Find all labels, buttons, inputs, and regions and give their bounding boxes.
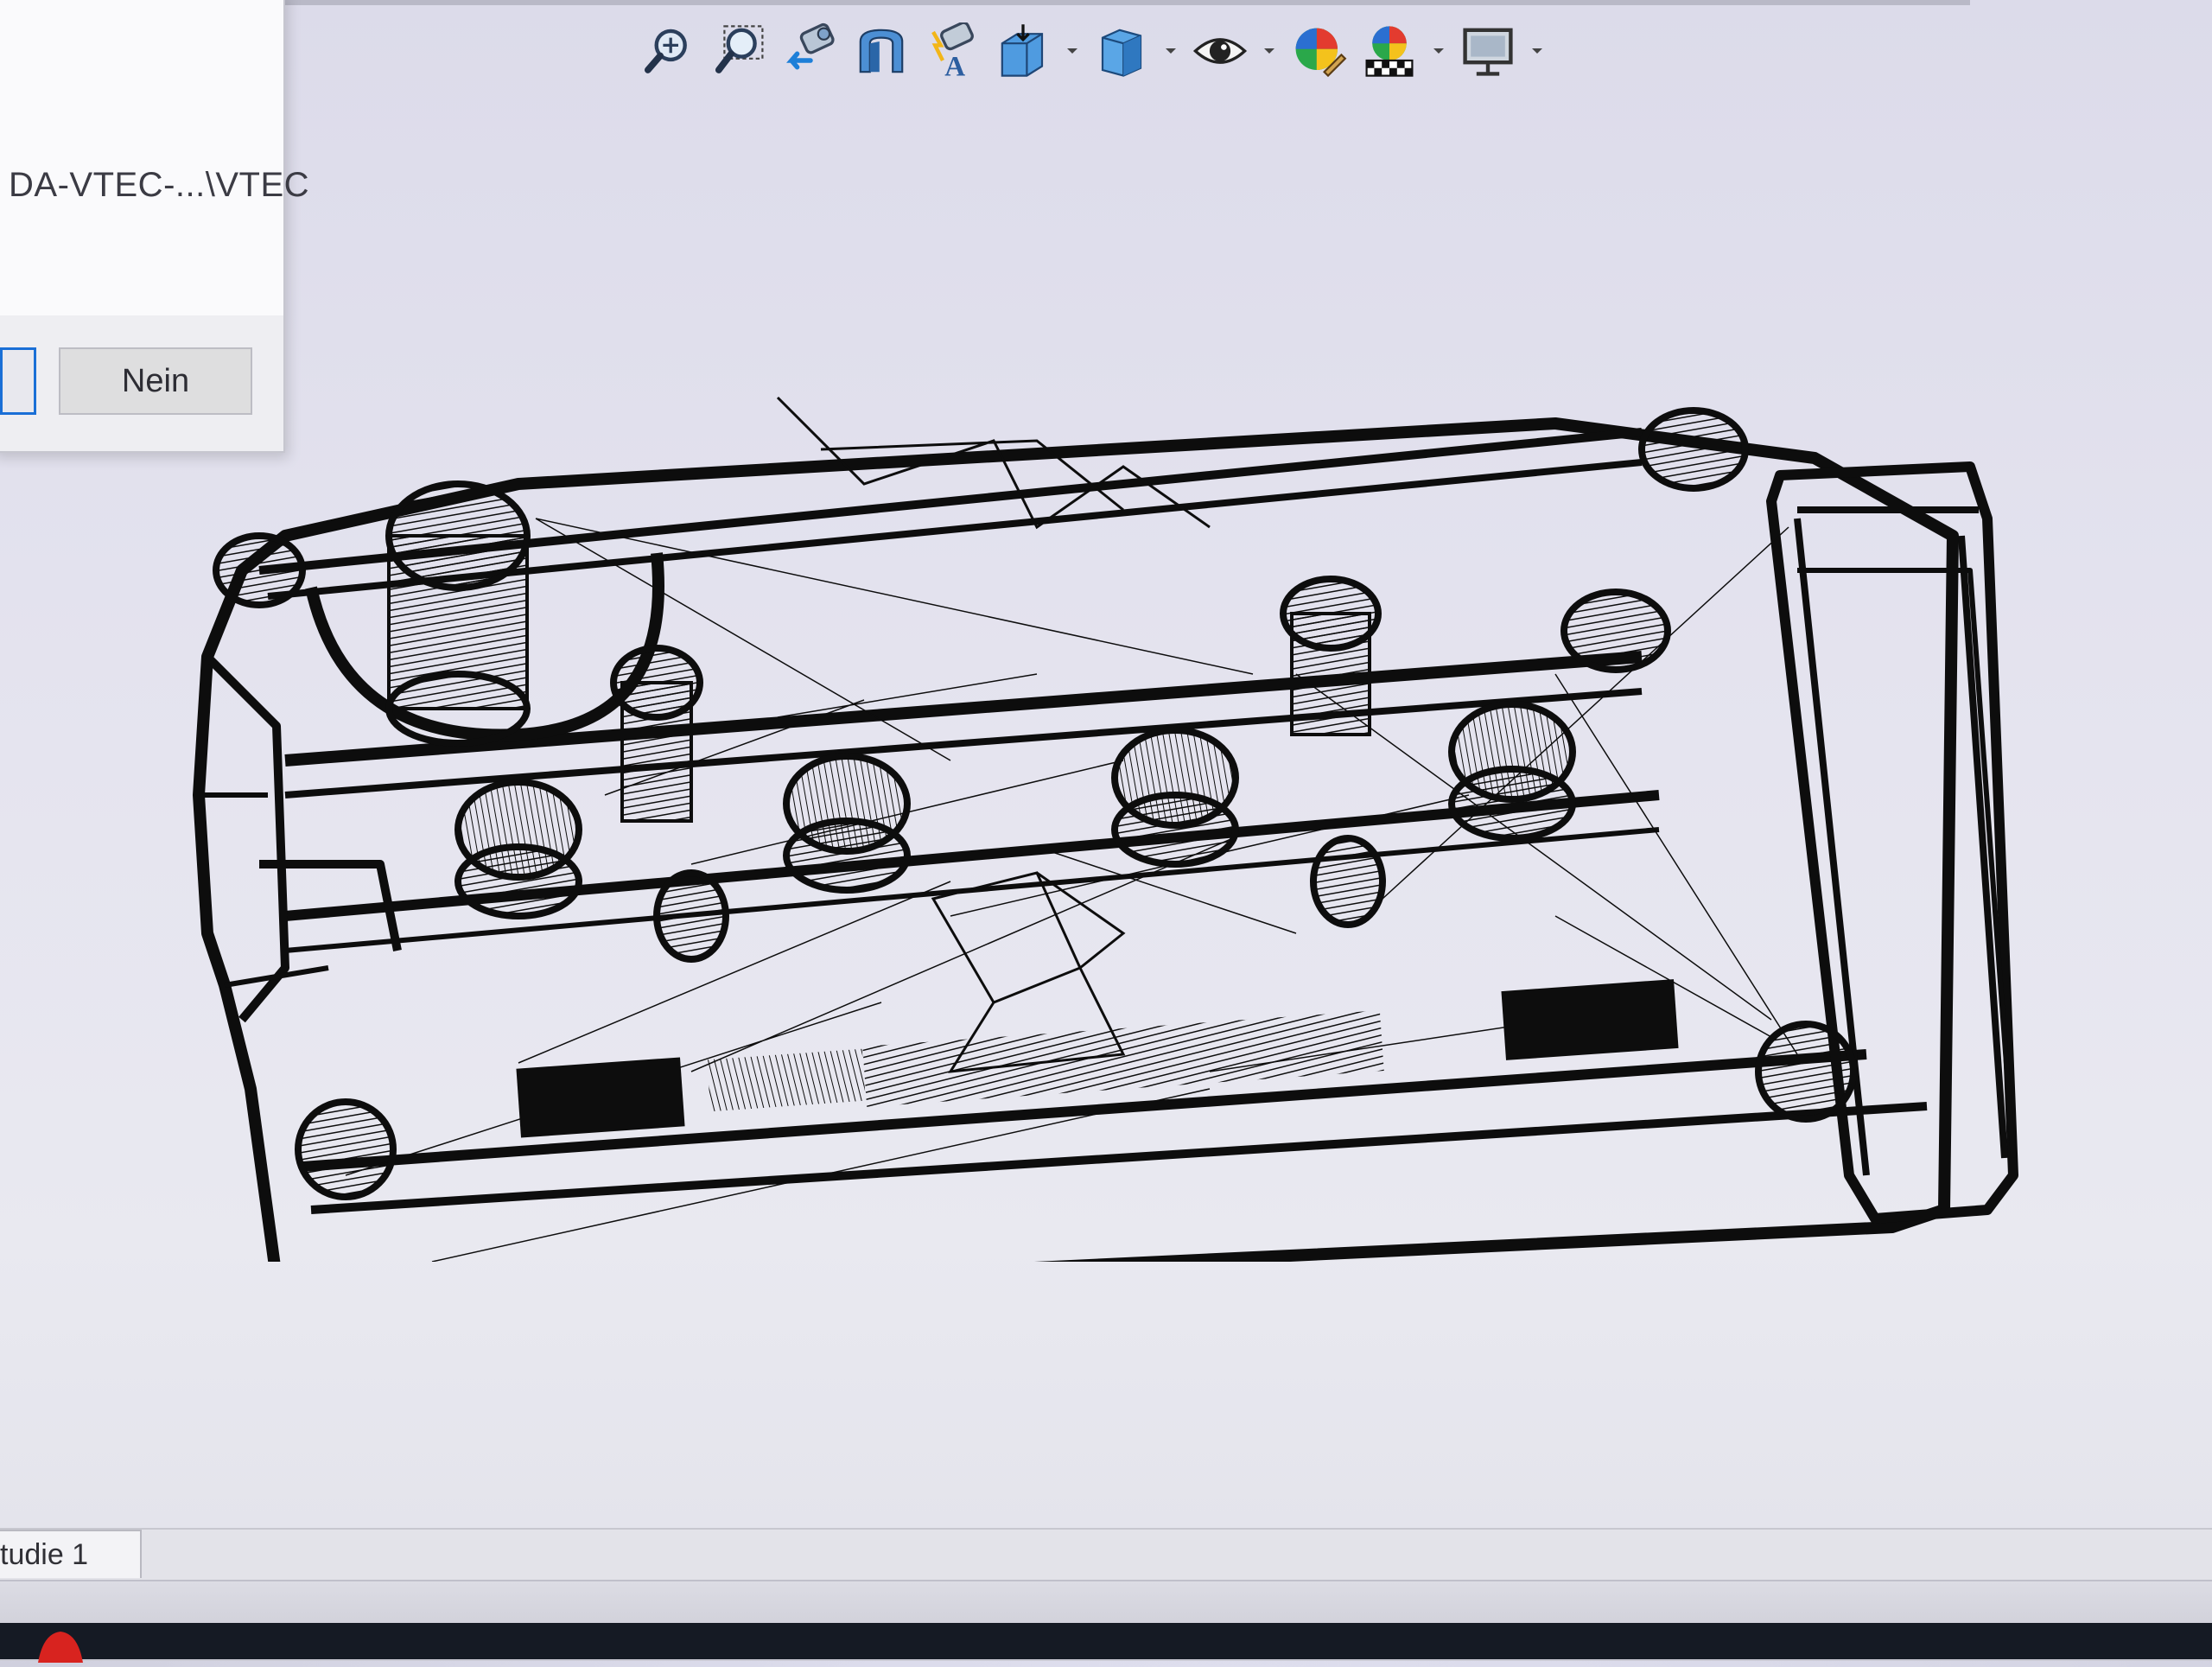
edit-appearance-button[interactable] xyxy=(1289,18,1348,84)
tab-study[interactable]: tudie 1 xyxy=(0,1530,142,1578)
bottom-tab-bar xyxy=(0,1528,2212,1581)
svg-text:A: A xyxy=(944,52,965,80)
section-view-button[interactable] xyxy=(852,18,911,84)
previous-view-icon xyxy=(786,22,835,70)
zoom-to-fit-icon xyxy=(644,29,687,73)
chevron-down-icon xyxy=(1264,48,1274,54)
view-settings-dropdown[interactable] xyxy=(1529,18,1545,84)
chevron-down-icon xyxy=(1532,48,1542,54)
view-orientation-dropdown[interactable] xyxy=(1065,18,1080,84)
display-style-icon xyxy=(1101,29,1142,77)
os-taskbar xyxy=(0,1623,2212,1659)
yes-button[interactable] xyxy=(0,347,36,415)
zoom-to-area-button[interactable] xyxy=(710,18,769,84)
view-orientation-icon xyxy=(1001,24,1044,77)
wireframe-model[interactable] xyxy=(173,311,2108,1302)
view-settings-button[interactable] xyxy=(1459,18,1517,84)
apply-scene-dropdown[interactable] xyxy=(1431,18,1446,84)
window-top-edge xyxy=(285,0,1970,5)
edit-appearance-icon xyxy=(1295,28,1347,78)
chevron-down-icon xyxy=(1433,48,1444,54)
section-view-icon xyxy=(859,29,904,73)
dialog-body xyxy=(0,0,283,315)
chevron-down-icon xyxy=(1067,48,1077,54)
heads-up-view-toolbar: A xyxy=(639,12,1545,90)
dialog-file-path: DA-VTEC-...\VTEC xyxy=(9,166,310,204)
display-style-button[interactable] xyxy=(1092,18,1151,84)
chevron-down-icon xyxy=(1166,48,1176,54)
previous-view-button[interactable] xyxy=(781,18,840,84)
display-style-dropdown[interactable] xyxy=(1163,18,1179,84)
view-orientation-button[interactable] xyxy=(994,18,1052,84)
graphics-viewport[interactable] xyxy=(173,311,2108,1302)
hide-show-items-dropdown[interactable] xyxy=(1262,18,1277,84)
apply-scene-icon xyxy=(1365,26,1414,77)
zoom-to-fit-button[interactable] xyxy=(639,18,698,84)
dynamic-annotation-view-icon: A xyxy=(931,22,974,80)
app-icon xyxy=(38,1632,83,1663)
dynamic-annotation-views-button[interactable]: A xyxy=(923,18,982,84)
taskbar-app-icon[interactable] xyxy=(35,1628,85,1663)
view-settings-icon xyxy=(1463,28,1513,76)
zoom-to-area-icon xyxy=(715,25,764,73)
apply-scene-button[interactable] xyxy=(1360,18,1419,84)
hide-show-items-icon xyxy=(1192,38,1248,64)
hide-show-items-button[interactable] xyxy=(1191,18,1249,84)
